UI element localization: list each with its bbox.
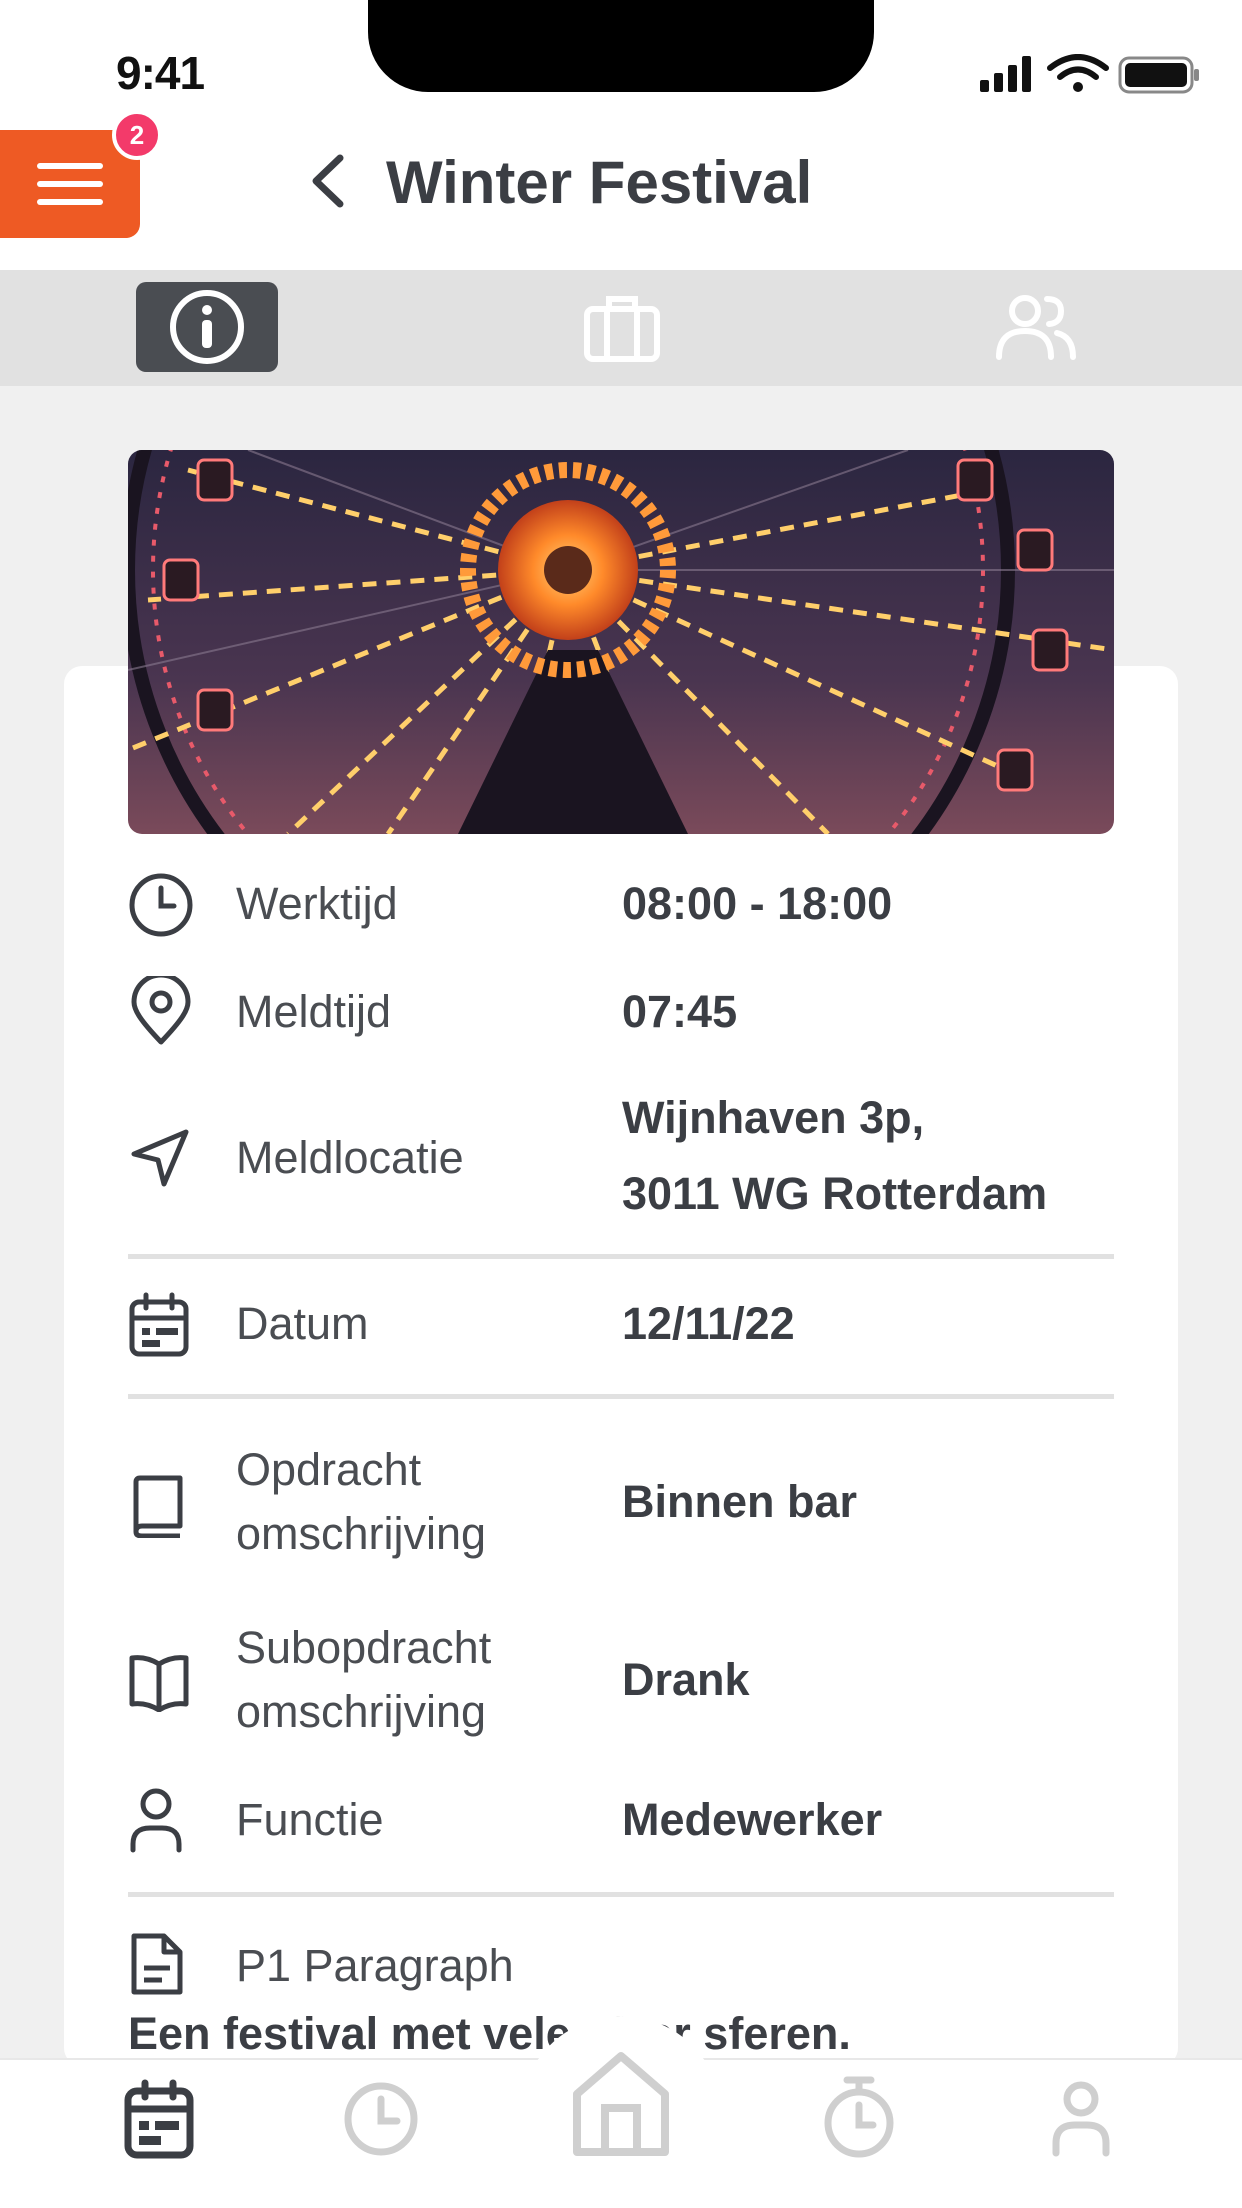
meldtijd-value: 07:45 [622, 986, 738, 1037]
ferris-wheel-illustration [128, 450, 1114, 834]
meldlocatie-label: Meldlocatie [236, 1132, 464, 1183]
nav-profile[interactable] [1036, 2074, 1126, 2164]
users-icon [996, 295, 1076, 360]
info-icon [170, 290, 244, 364]
subopdracht-value: Drank [622, 1654, 750, 1705]
wifi-icon [1047, 54, 1109, 80]
tab-users[interactable] [984, 282, 1088, 372]
clock-icon [344, 2082, 418, 2156]
detail-row-paragraph: P1 Paragraph [128, 1930, 1114, 2006]
tab-briefcase[interactable] [572, 282, 672, 372]
tab-info[interactable] [136, 282, 278, 372]
stopwatch-icon [824, 2076, 894, 2158]
detail-row-meldtijd: Meldtijd 07:45 [128, 974, 1114, 1050]
back-arrow-icon[interactable] [306, 150, 350, 212]
detail-row-subopdracht: Subopdracht omschrijving Drank [128, 1616, 1114, 1744]
clock-icon [129, 873, 193, 937]
divider [128, 1254, 1114, 1259]
functie-value: Medewerker [622, 1794, 883, 1845]
subopdracht-label-line2: omschrijving [236, 1686, 487, 1737]
navigation-icon [131, 1129, 189, 1187]
datum-label: Datum [236, 1298, 369, 1349]
user-icon [130, 1788, 182, 1853]
detail-row-meldlocatie: Meldlocatie Wijnhaven 3p, 3011 WG Rotter… [128, 1080, 1114, 1232]
notification-badge: 2 [112, 110, 162, 160]
paragraph-label: P1 Paragraph [236, 1940, 514, 1991]
briefcase-icon [584, 296, 660, 362]
hamburger-icon [37, 163, 103, 205]
page-title: Winter Festival [386, 149, 813, 216]
calendar-icon [124, 2079, 194, 2159]
status-icons [980, 54, 1199, 94]
meldlocatie-address-line2: 3011 WG Rotterdam [622, 1168, 1048, 1219]
werktijd-label: Werktijd [236, 878, 398, 929]
status-time: 9:41 [116, 47, 205, 99]
datum-value: 12/11/22 [622, 1298, 795, 1349]
divider [128, 1394, 1114, 1399]
opdracht-label-line2: omschrijving [236, 1508, 487, 1559]
device-notch [368, 0, 874, 92]
nav-calendar[interactable] [114, 2074, 204, 2164]
book-icon [133, 1475, 183, 1538]
event-image [128, 450, 1114, 834]
detail-row-werktijd: Werktijd 08:00 - 18:00 [128, 866, 1114, 942]
paragraph-text: Een festival met vele sfeer sferen. [128, 2008, 851, 2059]
app-header: 9:41 2 Winter Festival [0, 0, 1242, 270]
calendar-icon [129, 1292, 189, 1357]
nav-home[interactable] [568, 2044, 674, 2164]
detail-row-opdracht: Opdracht omschrijving Binnen bar [128, 1438, 1114, 1566]
tab-bar [0, 270, 1242, 386]
battery-icon [1118, 56, 1199, 94]
subopdracht-label-line1: Subopdracht [236, 1622, 492, 1673]
opdracht-label-line1: Opdracht [236, 1444, 422, 1495]
nav-clock[interactable] [336, 2074, 426, 2164]
opdracht-value: Binnen bar [622, 1476, 858, 1527]
open-book-icon [129, 1655, 189, 1712]
profile-icon [1052, 2081, 1110, 2157]
detail-row-functie: Functie Medewerker [128, 1782, 1114, 1858]
detail-row-datum: Datum 12/11/22 [128, 1286, 1114, 1362]
meldtijd-label: Meldtijd [236, 986, 392, 1037]
document-icon [131, 1933, 183, 1995]
werktijd-value: 08:00 - 18:00 [622, 878, 893, 929]
meldlocatie-address-line1: Wijnhaven 3p, [622, 1092, 925, 1143]
functie-label: Functie [236, 1794, 384, 1845]
nav-stopwatch[interactable] [814, 2070, 904, 2164]
map-pin-icon [131, 976, 191, 1045]
signal-icon [980, 56, 1031, 92]
home-icon [573, 2052, 669, 2156]
divider [128, 1892, 1114, 1897]
